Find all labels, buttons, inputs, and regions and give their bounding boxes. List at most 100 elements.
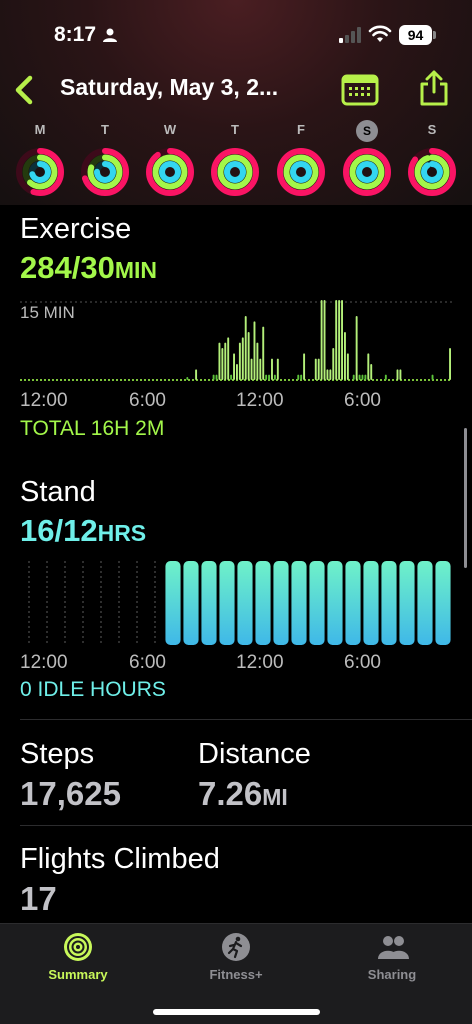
running-figure-icon <box>222 933 250 961</box>
exercise-chart: 15 MIN <box>20 300 452 381</box>
distance-value-number: 7.26 <box>198 775 263 812</box>
exercise-bar <box>195 369 198 380</box>
stand-value: 16/12HRS <box>20 513 146 549</box>
exercise-value-number: 284/30 <box>20 250 115 285</box>
exercise-bar <box>344 332 346 380</box>
activity-ring-icon[interactable] <box>342 147 392 197</box>
day-label[interactable]: S <box>356 120 378 142</box>
cellular-signal-icon <box>339 27 361 43</box>
exercise-bar <box>244 316 247 380</box>
day-label[interactable]: S <box>420 122 444 137</box>
calendar-button[interactable] <box>341 72 379 108</box>
exercise-bar <box>370 364 373 380</box>
exercise-bar <box>297 374 300 380</box>
stand-idle-hours: 0 IDLE HOURS <box>20 678 166 701</box>
tab-summary[interactable]: Summary <box>18 924 138 994</box>
tab-fitness-plus[interactable]: Fitness+ <box>176 924 296 994</box>
exercise-bar <box>314 358 317 380</box>
stand-bar <box>345 561 361 645</box>
activity-ring-icon[interactable] <box>276 147 326 197</box>
stand-bar <box>201 561 217 645</box>
stand-bar <box>327 561 343 645</box>
day-label[interactable]: W <box>158 122 182 137</box>
activity-ring-icon[interactable] <box>145 147 195 197</box>
activity-ring-icon[interactable] <box>80 147 130 197</box>
ring-arc <box>159 161 181 183</box>
tab-sharing-label: Sharing <box>367 967 417 982</box>
exercise-bar <box>396 369 399 380</box>
exercise-bar <box>212 374 215 380</box>
exercise-bar <box>215 374 218 380</box>
distance-value: 7.26MI <box>198 775 288 813</box>
day-label[interactable]: T <box>93 122 117 137</box>
exercise-bar <box>320 300 323 380</box>
page-title: Saturday, May 3, 2... <box>60 74 279 100</box>
exercise-bar <box>323 300 326 380</box>
activity-ring-icon[interactable] <box>15 147 65 197</box>
exercise-bar <box>399 369 402 380</box>
exercise-bar <box>268 374 271 380</box>
exercise-bar <box>186 377 189 380</box>
axis-tick-label: 12:00 <box>236 652 284 673</box>
exercise-bar <box>329 369 332 380</box>
axis-tick-label: 6:00 <box>129 390 166 411</box>
exercise-bar <box>230 374 233 380</box>
share-button[interactable] <box>416 68 452 108</box>
back-button[interactable] <box>8 70 42 110</box>
exercise-bar <box>449 348 451 380</box>
ring-arc <box>224 161 246 183</box>
exercise-bar <box>221 348 224 380</box>
exercise-bar <box>218 342 221 380</box>
people-icon <box>378 936 409 959</box>
tab-sharing[interactable]: Sharing <box>332 924 452 994</box>
stand-bar <box>381 561 397 645</box>
stand-bar <box>399 561 415 645</box>
axis-tick-label: 6:00 <box>344 390 381 411</box>
ring-arc <box>290 161 312 183</box>
axis-tick-label: 6:00 <box>344 652 381 673</box>
activity-ring-icon[interactable] <box>210 147 260 197</box>
exercise-bar <box>317 358 320 380</box>
exercise-bar <box>238 342 241 380</box>
exercise-bar <box>236 364 238 380</box>
distance-unit: MI <box>262 784 288 810</box>
activity-ring-icon[interactable] <box>407 147 457 197</box>
stand-unit: HRS <box>97 520 147 546</box>
exercise-bar <box>341 300 343 380</box>
stand-title: Stand <box>20 476 96 508</box>
steps-label: Steps <box>20 738 95 770</box>
scale-label: 15 MIN <box>20 303 75 322</box>
stand-chart <box>28 561 451 645</box>
stand-bar <box>435 561 451 645</box>
exercise-total: TOTAL 16H 2M <box>20 417 165 440</box>
divider <box>20 825 472 826</box>
exercise-bar <box>250 358 253 380</box>
scrollbar[interactable] <box>464 428 467 568</box>
battery-indicator: 94 <box>399 25 432 45</box>
exercise-bar <box>247 332 250 380</box>
axis-tick-label: 12:00 <box>20 652 68 673</box>
exercise-bar <box>227 337 230 380</box>
axis-tick-label: 6:00 <box>129 652 166 673</box>
tab-fitness-plus-label: Fitness+ <box>209 967 263 982</box>
exercise-bar <box>332 348 335 380</box>
day-label[interactable]: T <box>223 122 247 137</box>
home-indicator[interactable] <box>153 1009 320 1015</box>
exercise-bar <box>335 300 338 380</box>
person-icon <box>103 28 117 42</box>
exercise-bar <box>384 374 387 380</box>
exercise-bar <box>326 369 329 380</box>
exercise-value: 284/30MIN <box>20 250 157 286</box>
stand-bar <box>165 561 181 645</box>
stand-value-number: 16/12 <box>20 513 98 548</box>
exercise-bar <box>346 353 349 380</box>
stand-bar <box>417 561 433 645</box>
exercise-bar <box>358 374 361 380</box>
divider <box>20 719 472 720</box>
wifi-icon <box>368 25 392 42</box>
day-label[interactable]: M <box>28 122 52 137</box>
exercise-bar <box>352 374 355 380</box>
day-label[interactable]: F <box>289 122 313 137</box>
stand-bar <box>273 561 289 645</box>
exercise-bar <box>300 374 303 380</box>
